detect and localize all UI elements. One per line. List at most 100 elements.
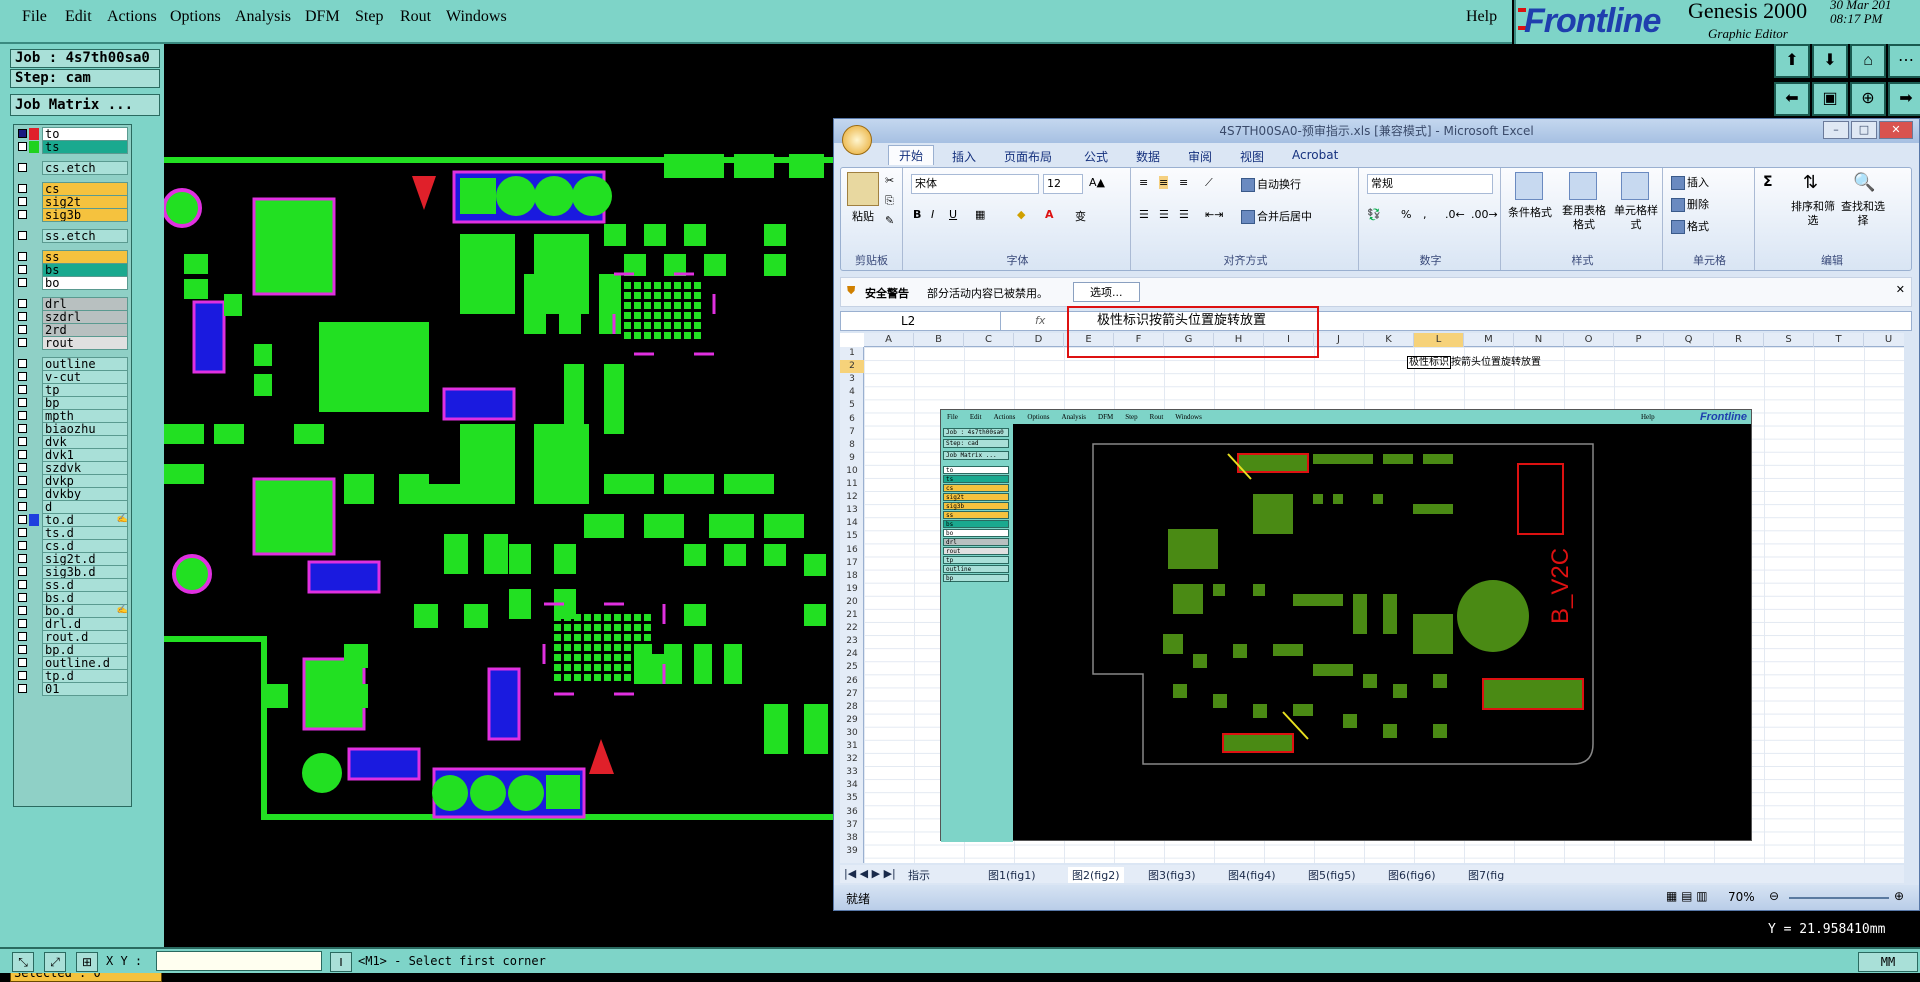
layer-swatch[interactable] (29, 324, 39, 336)
tab-formulas[interactable]: 公式 (1084, 148, 1108, 165)
layer-name[interactable]: ss (42, 250, 128, 264)
layer-row[interactable]: mpth (16, 409, 130, 423)
layer-checkbox[interactable] (18, 645, 27, 654)
layer-row[interactable]: to.d ✍ (16, 513, 130, 527)
menu-actions[interactable]: Actions (107, 8, 157, 26)
layer-checkbox[interactable] (18, 502, 27, 511)
layer-swatch[interactable] (29, 527, 39, 539)
delete-button[interactable]: 删除 (1671, 196, 1709, 212)
layer-name[interactable]: ts.d (42, 526, 128, 540)
layer-name[interactable]: cs.d (42, 539, 128, 553)
insert-button[interactable]: 插入 (1671, 174, 1709, 190)
info-icon[interactable]: ‖ (330, 952, 352, 972)
layer-name[interactable]: dvk (42, 435, 128, 449)
column-header[interactable]: L (1414, 333, 1464, 347)
column-header[interactable]: R (1714, 333, 1764, 347)
wrap-text-button[interactable]: 自动换行 (1241, 176, 1301, 192)
tab-review[interactable]: 审阅 (1188, 148, 1212, 165)
row-header[interactable]: 10 (840, 465, 864, 478)
layer-name[interactable]: sig3b.d (42, 565, 128, 579)
column-header[interactable]: B (914, 333, 964, 347)
row-header[interactable]: 35 (840, 792, 864, 805)
cell-styles-icon[interactable] (1621, 172, 1649, 200)
tab-insert[interactable]: 插入 (952, 148, 976, 165)
layer-checkbox[interactable] (18, 450, 27, 459)
font-size-select[interactable]: 12 (1043, 174, 1083, 194)
indent-icon[interactable]: ⇤⇥ (1205, 208, 1223, 221)
layer-swatch[interactable] (29, 631, 39, 643)
column-header[interactable]: A (864, 333, 914, 347)
excel-window[interactable]: 4S7TH00SA0-预审指示.xls [兼容模式] - Microsoft E… (833, 118, 1920, 911)
layer-checkbox[interactable] (18, 437, 27, 446)
menu-windows[interactable]: Windows (446, 8, 507, 26)
layer-swatch[interactable] (29, 183, 39, 195)
layer-checkbox[interactable] (18, 476, 27, 485)
xy-input[interactable] (156, 951, 322, 971)
layer-swatch[interactable] (29, 141, 39, 153)
layer-row[interactable]: sig3b (16, 208, 130, 222)
layer-swatch[interactable] (29, 410, 39, 422)
tab-data[interactable]: 数据 (1136, 148, 1160, 165)
units-button[interactable]: MM (1858, 952, 1918, 972)
snap-icon[interactable]: ⤢ (44, 952, 66, 972)
layer-swatch[interactable] (29, 462, 39, 474)
column-header[interactable]: C (964, 333, 1014, 347)
layer-checkbox[interactable] (18, 489, 27, 498)
column-header[interactable]: D (1014, 333, 1064, 347)
row-header[interactable]: 24 (840, 648, 864, 661)
find-select-icon[interactable]: 🔍 (1853, 172, 1875, 193)
layer-checkbox[interactable] (18, 372, 27, 381)
layer-row[interactable]: d (16, 500, 130, 514)
row-header[interactable]: 11 (840, 478, 864, 491)
layer-row[interactable]: sig2t.d (16, 552, 130, 566)
view-left-icon[interactable]: ⬅ (1774, 82, 1810, 116)
layer-checkbox[interactable] (18, 593, 27, 602)
menu-analysis[interactable]: Analysis (235, 8, 291, 26)
layer-row[interactable]: v-cut (16, 370, 130, 384)
layer-row[interactable]: bs.d (16, 591, 130, 605)
sort-filter-button[interactable]: 排序和筛选 (1791, 200, 1835, 228)
layer-swatch[interactable] (29, 566, 39, 578)
layer-name[interactable]: outline (42, 357, 128, 371)
row-header[interactable]: 22 (840, 622, 864, 635)
layer-checkbox[interactable] (18, 541, 27, 550)
layer-checkbox[interactable] (18, 632, 27, 641)
worksheet[interactable]: ABCDEFGHIJKLMNOPQRSTU 1 2 3 4 5 6 7 8 9 10 11 12 13 1… (840, 333, 1904, 863)
maximize-icon[interactable]: □ (1851, 121, 1877, 139)
job-matrix-button[interactable]: Job Matrix ... (10, 94, 160, 116)
layer-row[interactable]: outline (16, 357, 130, 371)
row-header[interactable]: 21 (840, 609, 864, 622)
close-icon[interactable]: ✕ (1896, 283, 1905, 296)
row-header[interactable]: 4 (840, 386, 864, 399)
row-header[interactable]: 32 (840, 753, 864, 766)
tab-view[interactable]: 视图 (1240, 148, 1264, 165)
row-header[interactable]: 8 (840, 439, 864, 452)
layer-row[interactable]: drl (16, 297, 130, 311)
layer-name[interactable]: ts (42, 140, 128, 154)
layer-name[interactable]: sig2t.d (42, 552, 128, 566)
increase-decimal-icon[interactable]: .0← (1445, 208, 1465, 221)
menu-dfm[interactable]: DFM (305, 8, 340, 26)
layer-swatch[interactable] (29, 592, 39, 604)
format-painter-icon[interactable]: ✎ (885, 214, 894, 227)
row-header[interactable]: 29 (840, 714, 864, 727)
align-top-icon[interactable]: ≡ (1139, 176, 1148, 189)
layer-swatch[interactable] (29, 128, 39, 140)
merge-center-button[interactable]: 合并后居中 (1241, 208, 1312, 224)
layer-checkbox[interactable] (18, 411, 27, 420)
sheet-tab[interactable]: 图7(fig (1468, 867, 1504, 883)
conditional-format-icon[interactable] (1515, 172, 1543, 200)
row-header[interactable]: 20 (840, 596, 864, 609)
row-header[interactable]: 19 (840, 583, 864, 596)
border-icon[interactable]: ▦ (975, 208, 985, 221)
layer-row[interactable]: outline.d (16, 656, 130, 670)
menu-help[interactable]: Help (1466, 8, 1497, 26)
menu-edit[interactable]: Edit (65, 8, 92, 26)
layer-checkbox[interactable] (18, 567, 27, 576)
layer-row[interactable]: sig2t (16, 195, 130, 209)
column-header[interactable]: P (1614, 333, 1664, 347)
sheet-tab[interactable]: 图4(fig4) (1228, 867, 1276, 883)
layer-swatch[interactable] (29, 371, 39, 383)
layer-checkbox[interactable] (18, 325, 27, 334)
underline-button[interactable]: U (949, 208, 957, 221)
